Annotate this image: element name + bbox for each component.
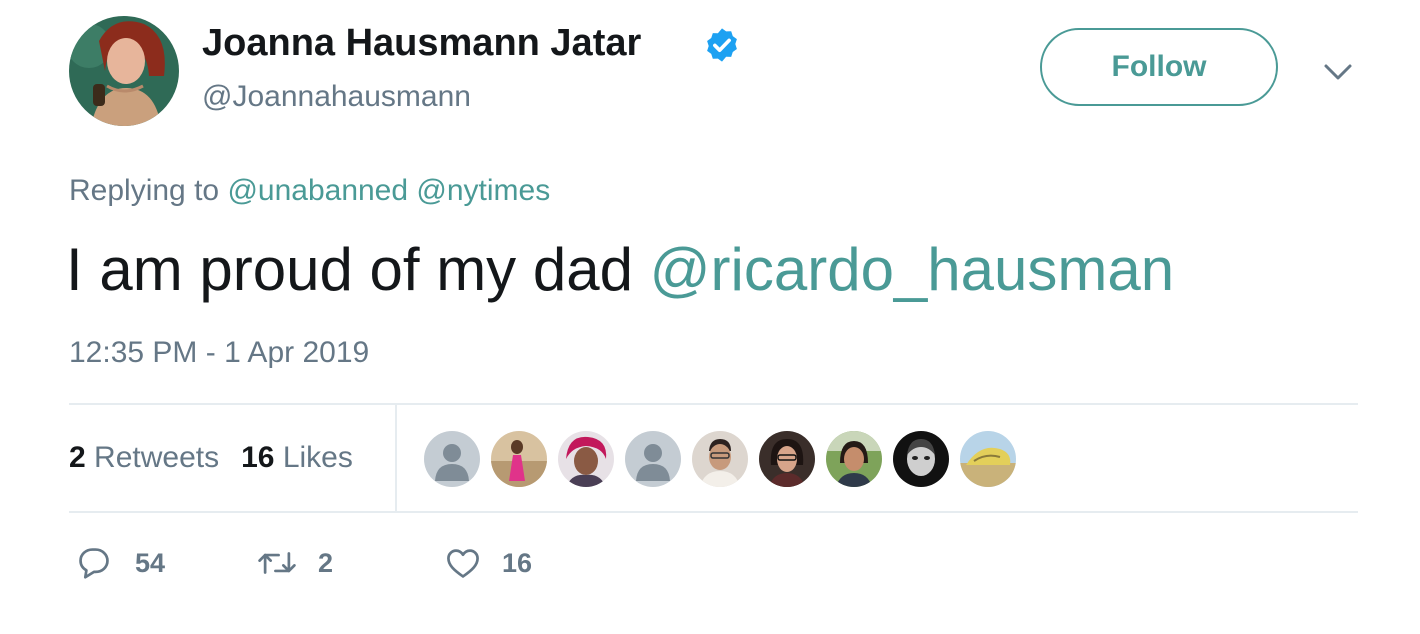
- liker-avatar[interactable]: [424, 431, 480, 487]
- liker-photo: [491, 431, 547, 487]
- liker-avatar[interactable]: [826, 431, 882, 487]
- display-name[interactable]: Joanna Hausmann Jatar: [202, 20, 641, 66]
- divider-bottom: [69, 511, 1358, 513]
- liker-avatar[interactable]: [558, 431, 614, 487]
- liker-photo: [558, 431, 614, 487]
- like-action[interactable]: 16: [444, 540, 532, 586]
- retweet-action[interactable]: 2: [256, 540, 333, 586]
- divider-top: [69, 403, 1358, 405]
- liker-avatar[interactable]: [692, 431, 748, 487]
- liker-photo: [692, 431, 748, 487]
- liker-avatar[interactable]: [625, 431, 681, 487]
- replying-mention-nytimes[interactable]: @nytimes: [416, 174, 550, 207]
- liker-avatar[interactable]: [893, 431, 949, 487]
- heart-icon: [447, 549, 479, 578]
- follow-button[interactable]: Follow: [1040, 28, 1278, 106]
- liker-photo: [960, 431, 1016, 487]
- liker-avatar[interactable]: [491, 431, 547, 487]
- retweets-stat[interactable]: 2 Retweets: [69, 441, 219, 474]
- retweet-arrows-icon: [258, 552, 296, 574]
- liker-photo: [759, 431, 815, 487]
- chevron-down-icon[interactable]: [1320, 54, 1356, 90]
- tweet-mention-link[interactable]: @ricardo_hausman: [650, 236, 1175, 303]
- likes-stat[interactable]: 16 Likes: [241, 441, 353, 474]
- replying-mention-unabanned[interactable]: @unabanned: [227, 174, 408, 207]
- like-count: 16: [502, 547, 533, 578]
- default-avatar-image: [424, 431, 480, 487]
- liker-photo: [826, 431, 882, 487]
- likes-label: Likes: [282, 441, 353, 474]
- retweet-count: 2: [318, 547, 334, 578]
- replying-prefix: Replying to: [69, 174, 220, 207]
- verified-badge-icon: [707, 28, 737, 62]
- avatar-image: [69, 16, 179, 126]
- profile-avatar[interactable]: [69, 16, 179, 126]
- tweet-text: I am proud of my dad @ricardo_hausman: [66, 234, 1174, 306]
- user-handle[interactable]: @Joannahausmann: [202, 78, 471, 116]
- reply-action[interactable]: 54: [75, 540, 165, 586]
- reply-bubble-icon: [79, 548, 109, 579]
- retweets-count: 2: [69, 441, 86, 474]
- reply-count: 54: [135, 547, 166, 578]
- replying-to-line: Replying to @unabanned @nytimes: [69, 172, 550, 210]
- liker-avatar[interactable]: [960, 431, 1016, 487]
- default-avatar-image: [625, 431, 681, 487]
- tweet-timestamp[interactable]: 12:35 PM - 1 Apr 2019: [69, 334, 369, 372]
- liker-photo: [893, 431, 949, 487]
- engagement-stats: 2 Retweets 16 Likes: [69, 438, 353, 478]
- retweets-label: Retweets: [94, 441, 220, 474]
- divider-vertical: [395, 404, 397, 512]
- liker-avatar[interactable]: [759, 431, 815, 487]
- likes-count: 16: [241, 441, 275, 474]
- tweet-text-body: I am proud of my dad: [66, 236, 633, 303]
